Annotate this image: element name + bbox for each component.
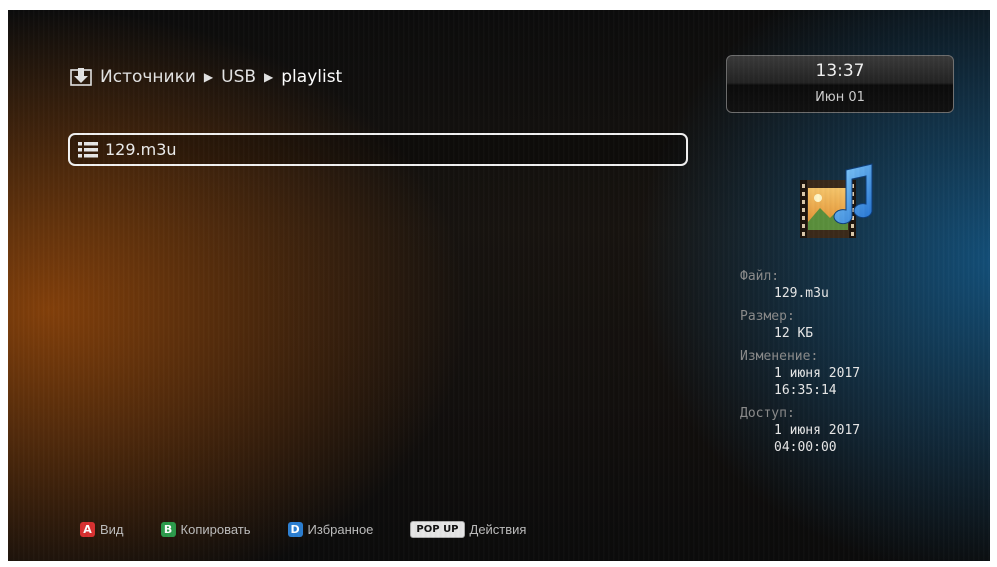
modified-label: Изменение: [740,349,819,364]
view-button[interactable]: A Вид [80,522,124,537]
list-icon [78,141,98,157]
actions-button[interactable]: POP UP Действия [410,521,526,538]
breadcrumb-item-playlist: playlist [281,67,343,87]
list-item-label: 129.m3u [105,140,177,159]
blue-d-key-icon: D [287,522,303,537]
access-date: 1 июня 2017 [774,423,861,438]
access-label: Доступ: [740,406,795,421]
access-time: 04:00:00 [774,440,837,455]
breadcrumb: Источники ▶ USB ▶ playlist [70,67,342,87]
red-a-key-icon: A [80,522,95,537]
breadcrumb-item-sources[interactable]: Источники [100,67,196,87]
image-music-file-icon [800,163,873,238]
download-box-icon [70,68,92,86]
file-info-panel: Файл: 129.m3u Размер: 12 КБ Изменение: 1… [740,268,970,456]
modified-time: 16:35:14 [774,383,837,398]
modified-date: 1 июня 2017 [774,366,861,381]
green-b-key-icon: B [160,522,176,537]
size-value: 12 КБ [774,326,814,341]
actions-button-label: Действия [469,522,527,537]
clock-time: 13:37 [815,61,865,81]
footer-hints: A Вид B Копировать D Избранное POP UP Де… [80,521,563,538]
copy-button[interactable]: B Копировать [160,522,251,537]
media-browser-screen: Источники ▶ USB ▶ playlist 129.m3u 13:37… [8,10,990,561]
favorites-button-label: Избранное [307,522,374,537]
triangle-right-icon: ▶ [203,70,214,84]
clock-panel: 13:37 Июн 01 [726,55,954,113]
view-button-label: Вид [100,522,124,537]
list-item-selected[interactable]: 129.m3u [68,133,688,166]
breadcrumb-item-usb[interactable]: USB [221,67,256,87]
triangle-right-icon: ▶ [264,70,274,84]
favorites-button[interactable]: D Избранное [287,522,374,537]
file-value: 129.m3u [774,286,829,301]
file-label: Файл: [740,269,780,284]
clock-date: Июн 01 [815,90,865,105]
size-label: Размер: [740,309,795,324]
popup-key-icon: POP UP [410,521,465,538]
copy-button-label: Копировать [180,522,251,537]
